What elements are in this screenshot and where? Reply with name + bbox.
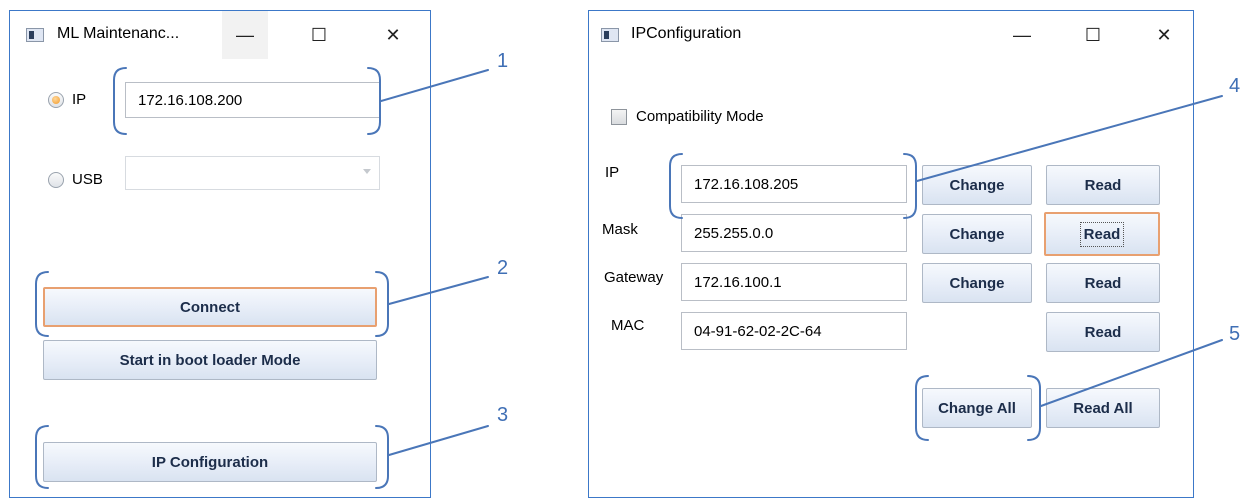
change-gateway-button[interactable]: Change [922, 263, 1032, 303]
window-title: IPConfiguration [631, 25, 742, 42]
usb-radio-label: USB [72, 171, 103, 188]
ip-configuration-button-label: IP Configuration [151, 453, 269, 471]
boot-loader-button-label: Start in boot loader Mode [119, 351, 301, 369]
change-mask-label: Change [949, 225, 1005, 243]
ml-maintenance-window: ML Maintenanc... — ☐ ✕ IP 172.16.108.200… [9, 10, 431, 498]
read-mac-button[interactable]: Read [1046, 312, 1160, 352]
ip-configuration-button[interactable]: IP Configuration [43, 442, 377, 482]
gateway-field[interactable]: 172.16.100.1 [681, 263, 907, 301]
usb-radio[interactable] [48, 172, 64, 188]
app-icon [601, 28, 619, 42]
ip-address-field[interactable]: 172.16.108.200 [125, 82, 380, 118]
ip-field[interactable]: 172.16.108.205 [681, 165, 907, 203]
boot-loader-button[interactable]: Start in boot loader Mode [43, 340, 377, 380]
maximize-icon[interactable]: ☐ [1070, 11, 1116, 59]
callout-number-4: 4 [1229, 75, 1241, 97]
change-gateway-label: Change [949, 274, 1005, 292]
ipconfiguration-window: IPConfiguration — ☐ ✕ Compatibility Mode… [588, 10, 1194, 498]
chevron-down-icon [363, 169, 371, 174]
ip-label: IP [605, 164, 620, 181]
title-bar: IPConfiguration — ☐ ✕ [589, 11, 1193, 59]
mask-field[interactable]: 255.255.0.0 [681, 214, 907, 252]
read-gateway-button[interactable]: Read [1046, 263, 1160, 303]
change-mask-button[interactable]: Change [922, 214, 1032, 254]
read-gateway-label: Read [1084, 274, 1122, 292]
change-ip-button[interactable]: Change [922, 165, 1032, 205]
minimize-icon[interactable]: — [999, 11, 1045, 59]
gateway-label: Gateway [604, 269, 664, 286]
read-all-label: Read All [1073, 399, 1133, 417]
callout-number-3: 3 [497, 404, 509, 426]
connect-button-label: Connect [180, 298, 240, 316]
ip-radio[interactable] [48, 92, 64, 108]
callout-number-2: 2 [497, 257, 509, 279]
title-bar: ML Maintenanc... — ☐ ✕ [10, 11, 430, 59]
close-icon[interactable]: ✕ [1141, 11, 1187, 59]
change-ip-label: Change [949, 176, 1005, 194]
ip-radio-label: IP [72, 91, 87, 108]
change-all-label: Change All [938, 399, 1016, 417]
change-all-button[interactable]: Change All [922, 388, 1032, 428]
minimize-icon[interactable]: — [222, 11, 268, 59]
read-mask-button[interactable]: Read [1044, 212, 1160, 256]
read-all-button[interactable]: Read All [1046, 388, 1160, 428]
compatibility-mode-checkbox[interactable] [611, 109, 627, 125]
read-ip-label: Read [1084, 176, 1122, 194]
window-title: ML Maintenanc... [57, 25, 180, 42]
callout-number-1: 1 [497, 50, 509, 72]
read-mac-label: Read [1084, 323, 1122, 341]
maximize-icon[interactable]: ☐ [296, 11, 342, 59]
mask-label: Mask [602, 221, 638, 238]
read-ip-button[interactable]: Read [1046, 165, 1160, 205]
connect-button[interactable]: Connect [43, 287, 377, 327]
compatibility-mode-label: Compatibility Mode [636, 108, 764, 125]
close-icon[interactable]: ✕ [370, 11, 416, 59]
usb-device-select[interactable] [125, 156, 380, 190]
app-icon [26, 28, 44, 42]
callout-number-5: 5 [1229, 323, 1241, 345]
read-mask-label: Read [1079, 221, 1125, 247]
mac-field[interactable]: 04-91-62-02-2C-64 [681, 312, 907, 350]
mac-label: MAC [611, 317, 645, 334]
